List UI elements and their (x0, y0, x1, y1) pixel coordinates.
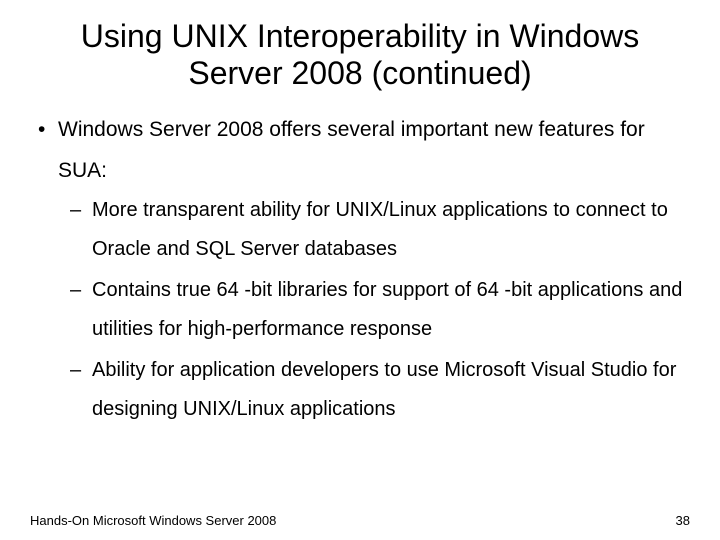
list-item: More transparent ability for UNIX/Linux … (70, 191, 684, 269)
list-item: Contains true 64 -bit libraries for supp… (70, 271, 684, 349)
sub-bullet-text: Contains true 64 -bit libraries for supp… (92, 279, 682, 340)
sub-bullet-text: More transparent ability for UNIX/Linux … (92, 199, 668, 260)
slide-footer: Hands-On Microsoft Windows Server 2008 3… (30, 513, 690, 528)
list-item: Ability for application developers to us… (70, 351, 684, 429)
sub-bullet-text: Ability for application developers to us… (92, 359, 676, 420)
list-item: Windows Server 2008 offers several impor… (36, 110, 684, 430)
sub-bullet-list: More transparent ability for UNIX/Linux … (58, 191, 684, 429)
slide-title: Using UNIX Interoperability in Windows S… (30, 18, 690, 92)
page-number: 38 (676, 513, 690, 528)
slide: Using UNIX Interoperability in Windows S… (0, 0, 720, 540)
bullet-text: Windows Server 2008 offers several impor… (58, 118, 645, 182)
footer-source: Hands-On Microsoft Windows Server 2008 (30, 513, 276, 528)
bullet-list: Windows Server 2008 offers several impor… (30, 110, 690, 430)
